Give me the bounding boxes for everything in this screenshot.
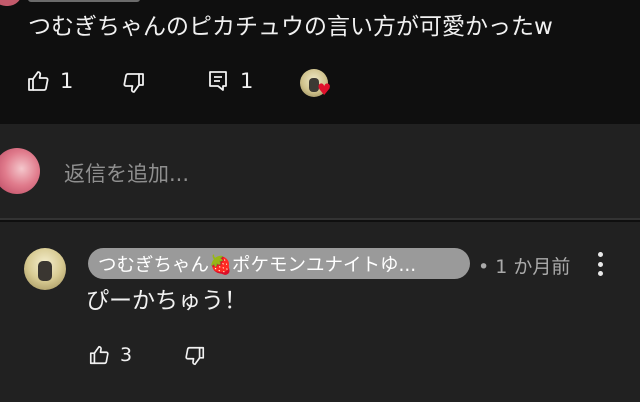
- like-icon: [28, 71, 49, 91]
- more-options-icon[interactable]: [590, 250, 610, 278]
- reply-dislike-button[interactable]: [184, 345, 206, 367]
- like-icon: [89, 345, 109, 365]
- reply-icon: [209, 71, 227, 91]
- reply-author-name: つむぎちゃん🍓ポケモンユナイトゆ...: [98, 254, 417, 276]
- reply-text: ぴーかちゅう！: [86, 288, 247, 314]
- parent-comment-actions: 1 1 ♥: [0, 66, 640, 100]
- reply-timestamp: • 1 か月前: [478, 256, 571, 278]
- reply-actions: 3: [0, 342, 640, 376]
- reply-avatar[interactable]: [24, 248, 66, 290]
- creator-heart-icon: ♥: [317, 80, 332, 99]
- dislike-icon: [185, 346, 205, 366]
- parent-comment-author[interactable]: [28, 0, 140, 2]
- current-user-avatar: [0, 148, 40, 194]
- reply-count: 1: [240, 69, 254, 93]
- reply-author-badge[interactable]: つむぎちゃん🍓ポケモンユナイトゆ...: [88, 248, 470, 279]
- add-reply-input[interactable]: 返信を追加...: [64, 158, 189, 188]
- add-reply-row[interactable]: 返信を追加...: [0, 124, 640, 220]
- parent-comment-text: つむぎちゃんのピカチュウの言い方が可愛かったw: [28, 14, 553, 40]
- parent-comment-avatar[interactable]: [0, 0, 22, 6]
- like-count: 1: [60, 69, 74, 93]
- dislike-button[interactable]: [122, 71, 146, 95]
- parent-comment-header-cut: [0, 0, 640, 6]
- reply-comment: つむぎちゃん🍓ポケモンユナイトゆ... • 1 か月前 ぴーかちゅう！ 3: [0, 222, 640, 402]
- like-button[interactable]: 1: [26, 69, 73, 93]
- reply-like-count: 3: [120, 344, 133, 366]
- parent-comment: つむぎちゃんのピカチュウの言い方が可愛かったw 1 1 ♥: [0, 0, 640, 124]
- reply-like-button[interactable]: 3: [88, 344, 132, 366]
- replies-button[interactable]: 1: [206, 69, 253, 93]
- dislike-icon: [123, 73, 144, 93]
